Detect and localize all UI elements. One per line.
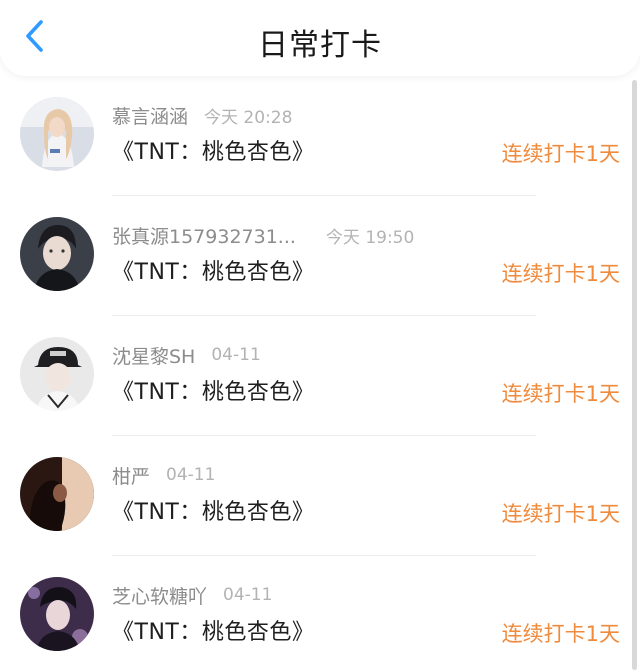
entry-meta: 沈星黎SH 04-11 [112, 342, 261, 368]
nickname[interactable]: 沈星黎SH [112, 342, 195, 369]
streak-label: 连续打卡1天 [501, 622, 620, 646]
avatar[interactable] [20, 97, 94, 171]
list-item[interactable]: 柑严 04-11 《TNT：桃色杏色》 连续打卡1天 [0, 436, 640, 556]
top-bar: 日常打卡 [0, 0, 640, 76]
book-title[interactable]: 《TNT：桃色杏色》 [112, 254, 314, 286]
list-item[interactable]: 沈星黎SH 04-11 《TNT：桃色杏色》 连续打卡1天 [0, 316, 640, 436]
timestamp: 04-11 [211, 345, 261, 365]
nickname[interactable]: 柑严 [112, 462, 150, 489]
list-item[interactable]: 张真源157932731... 今天 19:50 《TNT：桃色杏色》 连续打卡… [0, 196, 640, 316]
checkin-screen: 日常打卡 慕言涵涵 今天 20:28 《TNT：桃色杏色》 连续打卡1天 张真源… [0, 0, 640, 672]
list-item[interactable]: 芝心软糖吖 04-11 《TNT：桃色杏色》 连续打卡1天 [0, 556, 640, 672]
avatar[interactable] [20, 217, 94, 291]
avatar[interactable] [20, 457, 94, 531]
streak-label: 连续打卡1天 [501, 142, 620, 166]
streak-label: 连续打卡1天 [501, 382, 620, 406]
timestamp: 今天 20:28 [204, 107, 293, 128]
scrollbar[interactable] [632, 80, 637, 670]
timestamp: 今天 19:50 [325, 227, 415, 248]
entry-meta: 张真源157932731... 今天 19:50 [112, 222, 414, 248]
entry-meta: 芝心软糖吖 04-11 [112, 582, 272, 608]
timestamp: 04-11 [223, 585, 273, 605]
nickname[interactable]: 芝心软糖吖 [112, 582, 207, 609]
nickname[interactable]: 慕言涵涵 [112, 102, 188, 129]
avatar[interactable] [20, 337, 94, 411]
entry-meta: 柑严 04-11 [112, 462, 215, 488]
avatar[interactable] [20, 577, 94, 651]
book-title[interactable]: 《TNT：桃色杏色》 [112, 374, 314, 406]
list-item[interactable]: 慕言涵涵 今天 20:28 《TNT：桃色杏色》 连续打卡1天 [0, 76, 640, 196]
streak-label: 连续打卡1天 [501, 502, 620, 526]
page-title: 日常打卡 [258, 28, 382, 63]
book-title[interactable]: 《TNT：桃色杏色》 [112, 134, 314, 166]
timestamp: 04-11 [166, 465, 216, 485]
checkin-list[interactable]: 慕言涵涵 今天 20:28 《TNT：桃色杏色》 连续打卡1天 张真源15793… [0, 76, 640, 672]
book-title[interactable]: 《TNT：桃色杏色》 [112, 614, 314, 646]
streak-label: 连续打卡1天 [501, 262, 620, 286]
nickname[interactable]: 张真源157932731... [112, 222, 296, 249]
entry-meta: 慕言涵涵 今天 20:28 [112, 102, 292, 128]
book-title[interactable]: 《TNT：桃色杏色》 [112, 494, 314, 526]
